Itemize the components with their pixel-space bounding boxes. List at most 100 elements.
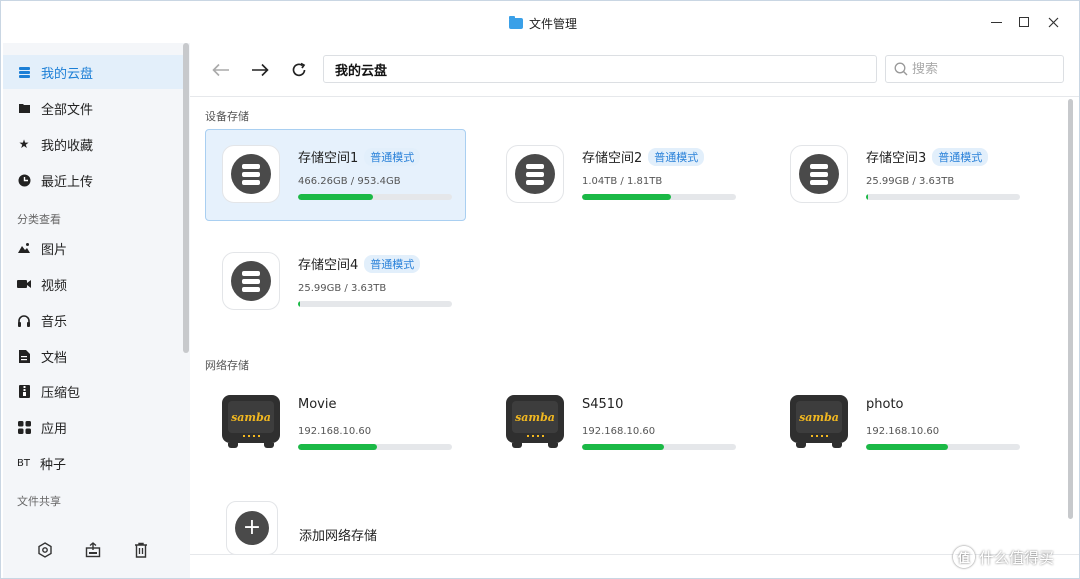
samba-nas-icon: samba bbox=[506, 395, 564, 449]
minimize-button[interactable] bbox=[983, 11, 1009, 33]
sidebar-item-label: 文档 bbox=[41, 350, 68, 366]
maximize-button[interactable] bbox=[1011, 11, 1037, 33]
minimize-icon bbox=[990, 21, 1002, 23]
storage-size: 466.26GB / 953.4GB bbox=[298, 176, 401, 187]
archive-icon bbox=[17, 384, 31, 398]
disk-icon-box bbox=[790, 145, 848, 203]
sidebar-item-label: 应用 bbox=[41, 421, 68, 437]
sidebar-item-label: 视频 bbox=[41, 278, 68, 294]
sidebar-item-label: 种子 bbox=[39, 457, 66, 473]
sidebar-item-label: 最近上传 bbox=[41, 174, 94, 190]
refresh-button[interactable] bbox=[286, 57, 312, 83]
storage-size: 25.99GB / 3.63TB bbox=[866, 176, 955, 187]
storage-card-2[interactable]: 存储空间2 普通模式 1.04TB / 1.81TB bbox=[489, 129, 750, 221]
divider bbox=[190, 554, 1079, 555]
folder-icon bbox=[17, 101, 31, 115]
storage-name: 存储空间2 bbox=[582, 151, 643, 166]
add-network-storage-button[interactable]: + bbox=[226, 501, 278, 555]
network-ip: 192.168.10.60 bbox=[582, 426, 656, 437]
add-network-storage-label[interactable]: 添加网络存储 bbox=[299, 525, 377, 544]
maximize-icon bbox=[1019, 17, 1029, 27]
share-button[interactable] bbox=[82, 539, 104, 561]
disk-icon-box bbox=[222, 145, 280, 203]
share-folder-icon bbox=[85, 542, 101, 558]
search-box[interactable] bbox=[885, 55, 1064, 83]
forward-button[interactable] bbox=[247, 57, 273, 83]
sidebar-toolbar bbox=[3, 537, 183, 563]
storage-usage-bar bbox=[298, 194, 452, 200]
sidebar-item-archives[interactable]: 压缩包 bbox=[3, 374, 183, 408]
torrent-icon: BT bbox=[17, 457, 30, 469]
disk-icon bbox=[231, 261, 271, 301]
arrow-left-icon bbox=[212, 63, 229, 77]
sidebar-item-music[interactable]: 音乐 bbox=[3, 303, 183, 337]
settings-icon bbox=[38, 542, 52, 558]
sidebar: 我的云盘 全部文件 ★ 我的收藏 最近上传 分类查看 图片 视频 音乐 文档 压… bbox=[3, 43, 190, 578]
trash-button[interactable] bbox=[130, 539, 152, 561]
document-icon bbox=[17, 349, 31, 363]
network-name: Movie bbox=[298, 397, 337, 412]
mode-badge: 普通模式 bbox=[932, 147, 989, 166]
sidebar-scrollbar[interactable] bbox=[183, 43, 189, 353]
storage-usage-bar bbox=[866, 194, 1020, 200]
clock-icon bbox=[17, 173, 31, 187]
star-icon: ★ bbox=[18, 137, 30, 151]
title-bar: 文件管理 bbox=[1, 1, 1079, 43]
storage-card-3[interactable]: 存储空间3 普通模式 25.99GB / 3.63TB bbox=[773, 129, 1034, 221]
sidebar-item-label: 音乐 bbox=[41, 314, 68, 330]
sidebar-item-label: 全部文件 bbox=[41, 102, 94, 118]
disk-icon bbox=[515, 154, 555, 194]
arrow-right-icon bbox=[252, 63, 269, 77]
sidebar-item-favorites[interactable]: ★ 我的收藏 bbox=[3, 127, 183, 161]
storage-name: 存储空间1 bbox=[298, 151, 359, 166]
samba-logo-text: samba bbox=[799, 410, 839, 424]
storage-size: 1.04TB / 1.81TB bbox=[582, 176, 663, 187]
close-button[interactable] bbox=[1040, 11, 1066, 33]
storage-usage-bar bbox=[298, 301, 452, 307]
usage-fill bbox=[866, 194, 868, 200]
path-bar[interactable]: 我的云盘 bbox=[323, 55, 877, 83]
samba-logo-text: samba bbox=[231, 410, 271, 424]
storage-card-1[interactable]: 存储空间1 普通模式 466.26GB / 953.4GB bbox=[205, 129, 466, 221]
sidebar-item-torrents[interactable]: BT 种子 bbox=[3, 446, 183, 480]
refresh-icon bbox=[292, 62, 306, 77]
usage-fill bbox=[582, 194, 672, 200]
mode-badge: 普通模式 bbox=[364, 254, 421, 273]
main-panel: 我的云盘 设备存储 存储空间1 普通模式 466.26GB / 953.4GB bbox=[190, 43, 1079, 578]
back-button[interactable] bbox=[208, 57, 234, 83]
usage-fill bbox=[866, 444, 948, 450]
storage-usage-bar bbox=[582, 194, 736, 200]
plus-icon: + bbox=[235, 511, 269, 545]
usage-fill bbox=[298, 301, 300, 307]
share-section-title: 文件共享 bbox=[17, 495, 61, 508]
storage-name-group: 存储空间2 普通模式 bbox=[582, 147, 705, 166]
storage-name: 存储空间4 bbox=[298, 258, 359, 273]
usage-fill bbox=[298, 444, 377, 450]
network-name: photo bbox=[866, 397, 904, 412]
samba-nas-icon: samba bbox=[790, 395, 848, 449]
mode-badge: 普通模式 bbox=[364, 147, 421, 166]
settings-button[interactable] bbox=[34, 539, 56, 561]
search-input[interactable] bbox=[912, 61, 1052, 77]
sidebar-item-images[interactable]: 图片 bbox=[3, 231, 183, 265]
storage-card-4[interactable]: 存储空间4 普通模式 25.99GB / 3.63TB bbox=[205, 236, 466, 328]
sidebar-item-apps[interactable]: 应用 bbox=[3, 410, 183, 444]
window-title: 文件管理 bbox=[529, 16, 578, 31]
network-card-movie[interactable]: samba Movie 192.168.10.60 bbox=[205, 379, 466, 471]
sidebar-item-videos[interactable]: 视频 bbox=[3, 267, 183, 301]
usage-fill bbox=[582, 444, 664, 450]
sidebar-item-all-files[interactable]: 全部文件 bbox=[3, 91, 183, 125]
video-icon bbox=[17, 277, 31, 291]
network-card-photo[interactable]: samba photo 192.168.10.60 bbox=[773, 379, 1034, 471]
cloud-drive-icon bbox=[17, 65, 31, 79]
network-card-s4510[interactable]: samba S4510 192.168.10.60 bbox=[489, 379, 750, 471]
sidebar-item-my-cloud[interactable]: 我的云盘 bbox=[3, 55, 183, 89]
image-icon bbox=[17, 241, 31, 255]
watermark-text: 什么值得买 bbox=[979, 548, 1055, 567]
sidebar-item-label: 我的云盘 bbox=[41, 66, 94, 82]
main-scrollbar[interactable] bbox=[1068, 99, 1073, 519]
disk-icon-box bbox=[222, 252, 280, 310]
sidebar-item-label: 我的收藏 bbox=[41, 138, 94, 154]
sidebar-item-documents[interactable]: 文档 bbox=[3, 339, 183, 373]
sidebar-item-recent-uploads[interactable]: 最近上传 bbox=[3, 163, 183, 197]
